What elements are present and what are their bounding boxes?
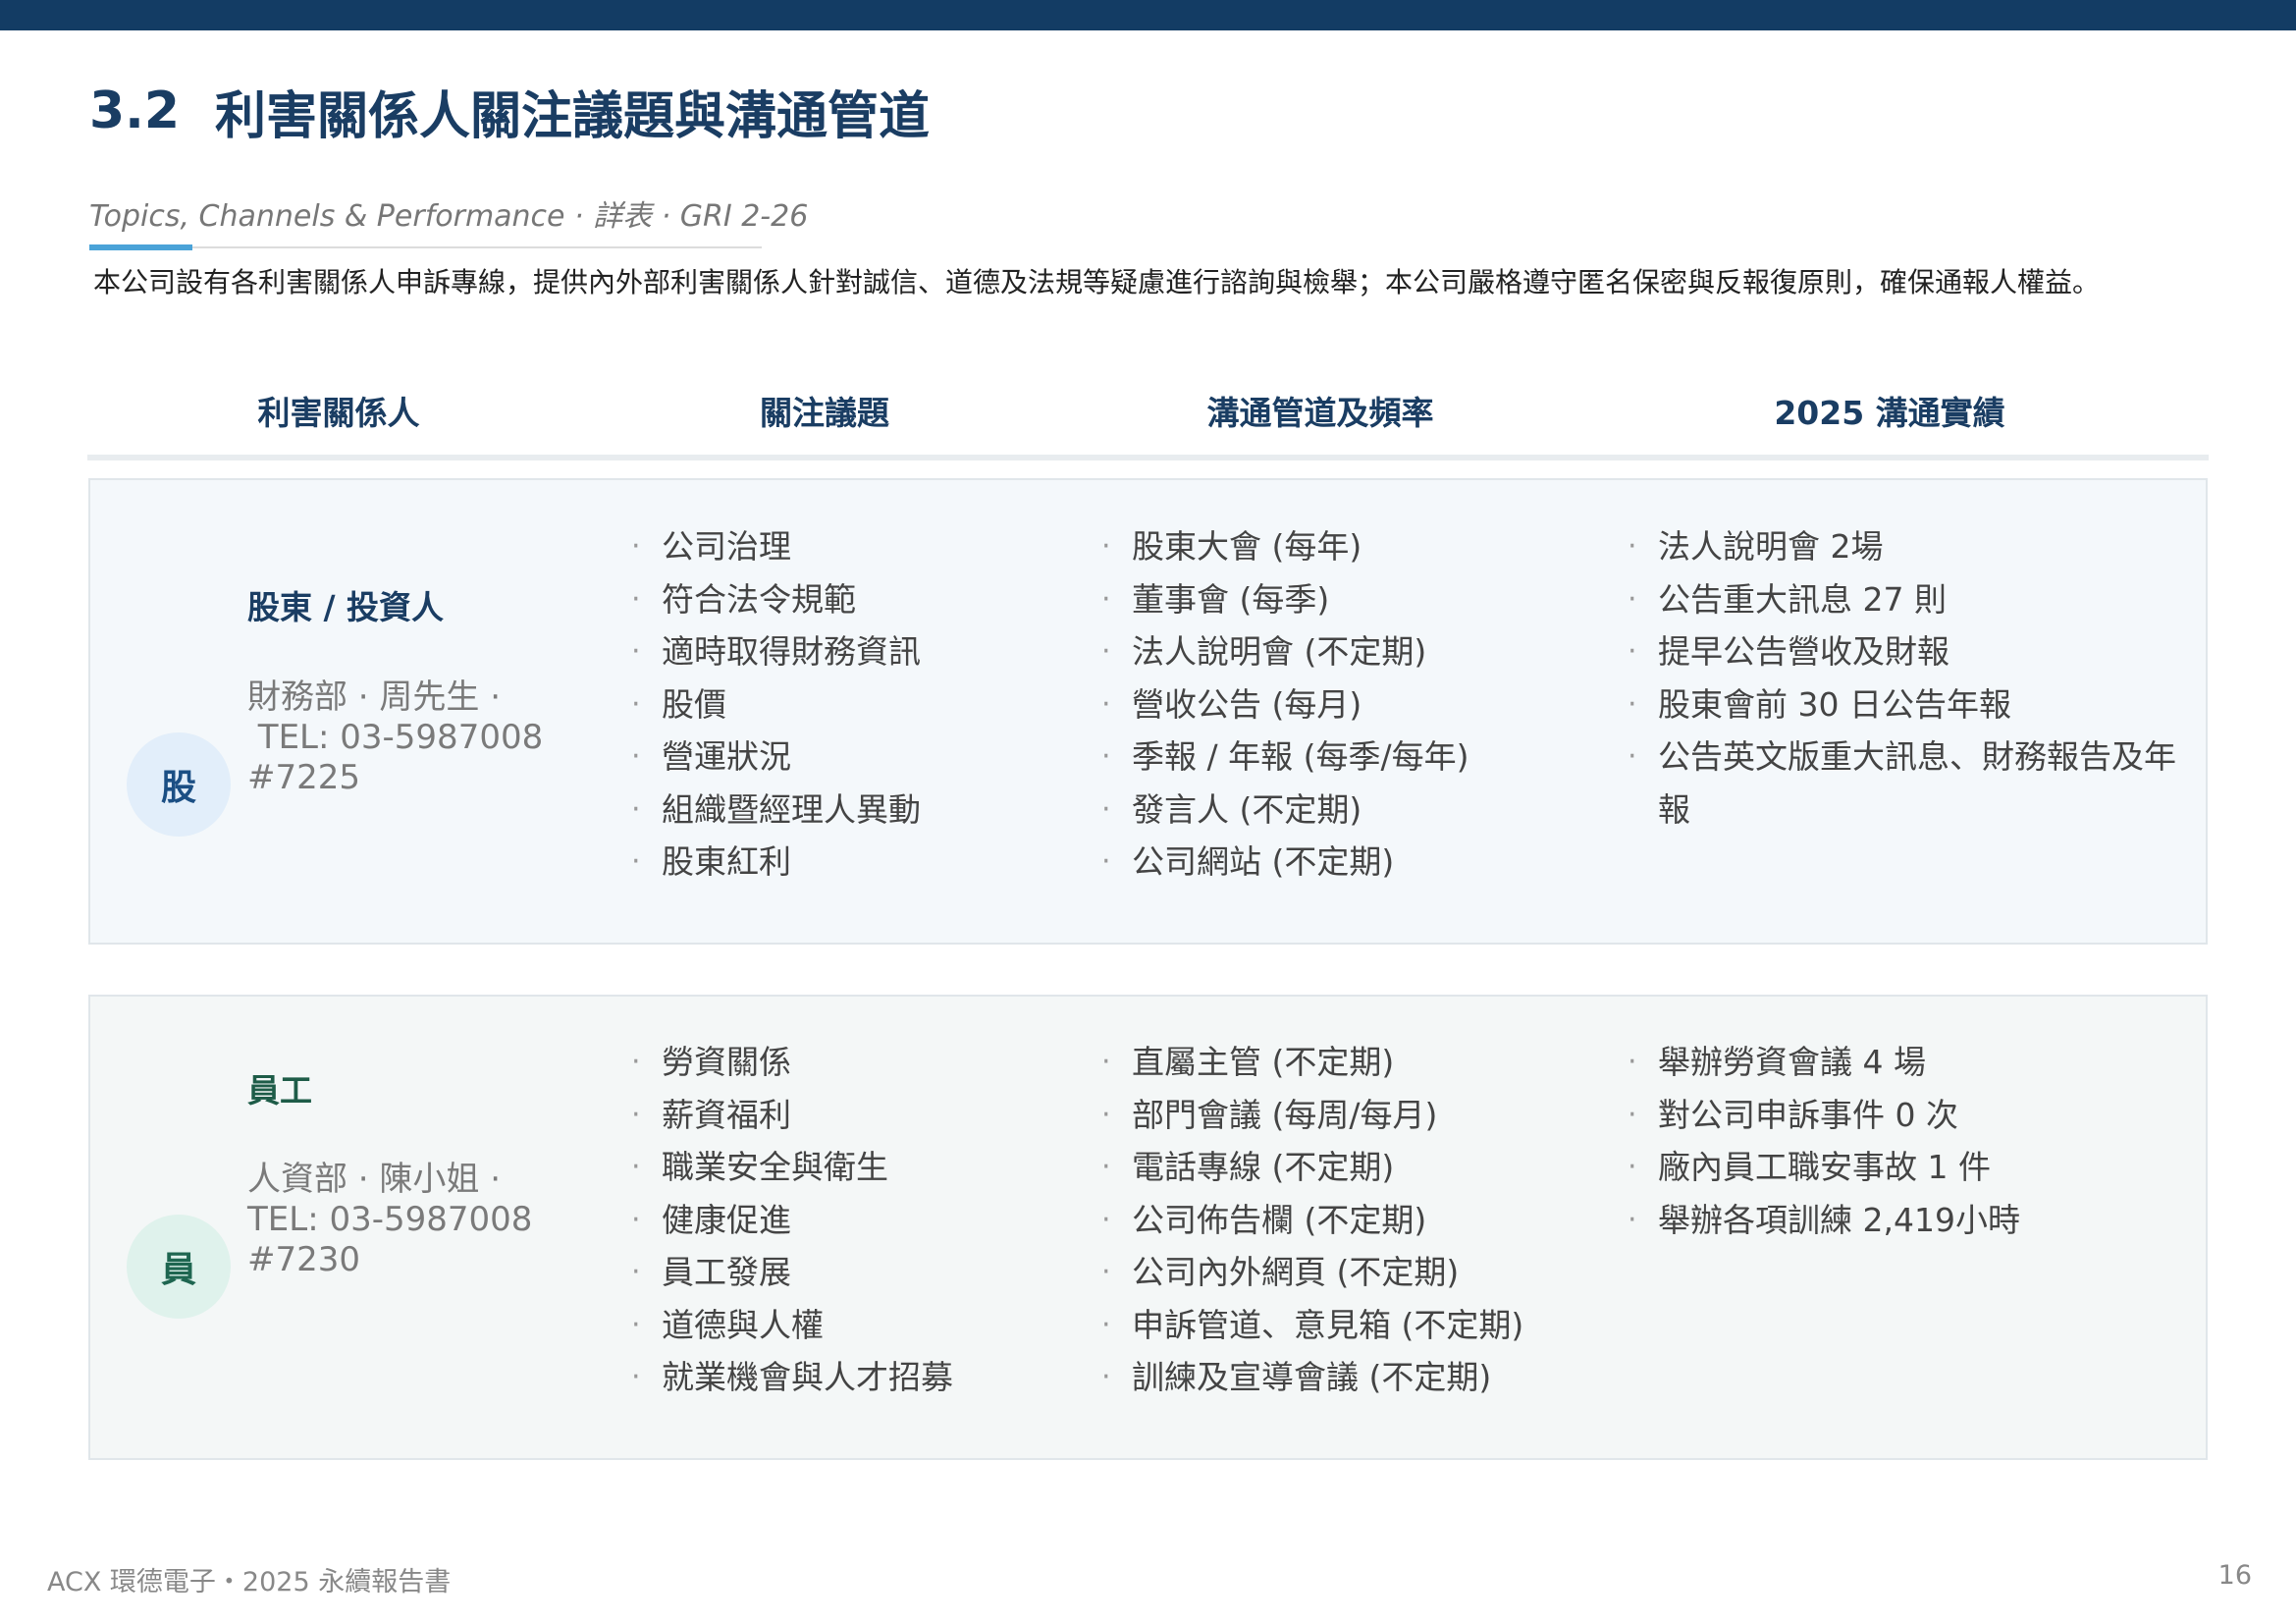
list-item: 公司佈告欄 (不定期) (1101, 1194, 1612, 1247)
stakeholder-name: 員工 (247, 1071, 312, 1110)
page-title: 3.2 利害關係人關注議題與溝通管道 (89, 77, 931, 146)
list-item: 提早公告營收及財報 (1628, 625, 2177, 678)
list-item: 申訴管道、意見箱 (不定期) (1101, 1299, 1612, 1352)
list-item: 舉辦勞資會議 4 場 (1628, 1036, 2177, 1089)
investor-badge: 股 (127, 732, 231, 837)
contact-extension: #7230 (247, 1240, 361, 1279)
contact-phone: TEL: 03-5987008 (247, 1200, 533, 1239)
topics-list: 公司治理 符合法令規範 適時取得財務資訊 股價 營運狀況 組織暨經理人異動 股東… (631, 520, 1063, 889)
list-item: 營運狀況 (631, 731, 1063, 784)
contact-person: 財務部 · 周先生 · (247, 677, 502, 717)
intro-paragraph: 本公司設有各利害關係人申訴專線，提供內外部利害關係人針對誠信、道德及法規等疑慮進… (93, 266, 2101, 298)
list-item: 股價 (631, 678, 1063, 731)
list-item: 股東大會 (每年) (1101, 520, 1612, 573)
channels-list: 股東大會 (每年) 董事會 (每季) 法人說明會 (不定期) 營收公告 (每月)… (1101, 520, 1612, 889)
stakeholder-name: 股東 / 投資人 (247, 588, 445, 626)
list-item: 部門會議 (每周/每月) (1101, 1089, 1612, 1142)
list-item: 道德與人權 (631, 1299, 1063, 1352)
list-item: 舉辦各項訓練 2,419小時 (1628, 1194, 2177, 1247)
list-item: 法人說明會 2場 (1628, 520, 2177, 573)
results-list: 法人說明會 2場 公告重大訊息 27 則 提早公告營收及財報 股東會前 30 日… (1628, 520, 2177, 836)
top-color-bar (0, 0, 2296, 30)
list-item: 電話專線 (不定期) (1101, 1141, 1612, 1194)
list-item: 廠內員工職安事故 1 件 (1628, 1141, 2177, 1194)
list-item: 勞資關係 (631, 1036, 1063, 1089)
list-item: 健康促進 (631, 1194, 1063, 1247)
subtitle-divider (192, 246, 762, 248)
list-item: 職業安全與衛生 (631, 1141, 1063, 1194)
stakeholder-contact: 財務部 · 周先生 · TEL: 03-5987008 #7225 (247, 677, 543, 798)
section-number: 3.2 (89, 81, 181, 140)
list-item: 組織暨經理人異動 (631, 784, 1063, 837)
list-item: 營收公告 (每月) (1101, 678, 1612, 731)
list-item: 公告重大訊息 27 則 (1628, 573, 2177, 626)
channels-list: 直屬主管 (不定期) 部門會議 (每周/每月) 電話專線 (不定期) 公司佈告欄… (1101, 1036, 1612, 1404)
column-header-channels: 溝通管道及頻率 (1206, 394, 1434, 432)
list-item: 公司治理 (631, 520, 1063, 573)
employee-badge: 員 (127, 1215, 231, 1319)
column-header-topics: 關注議題 (760, 394, 889, 432)
header-rule (87, 455, 2209, 460)
list-item: 符合法令規範 (631, 573, 1063, 626)
list-item: 股東會前 30 日公告年報 (1628, 678, 2177, 731)
list-item: 季報 / 年報 (每季/每年) (1101, 731, 1612, 784)
contact-extension: #7225 (247, 758, 361, 797)
list-item: 法人說明會 (不定期) (1101, 625, 1612, 678)
list-item: 公告英文版重大訊息、財務報告及年報 (1628, 731, 2177, 836)
list-item: 就業機會與人才招募 (631, 1351, 1063, 1404)
list-item: 員工發展 (631, 1246, 1063, 1299)
footer-report-name: ACX 環德電子・2025 永續報告書 (47, 1567, 452, 1597)
list-item: 公司網站 (不定期) (1101, 836, 1612, 889)
list-item: 對公司申訴事件 0 次 (1628, 1089, 2177, 1142)
page-subtitle: Topics, Channels & Performance · 詳表 · GR… (89, 199, 809, 234)
list-item: 股東紅利 (631, 836, 1063, 889)
page-number: 16 (2217, 1560, 2252, 1591)
contact-person: 人資部 · 陳小姐 · (247, 1160, 502, 1199)
list-item: 公司內外網頁 (不定期) (1101, 1246, 1612, 1299)
stakeholder-contact: 人資部 · 陳小姐 · TEL: 03-5987008 #7230 (247, 1160, 532, 1280)
list-item: 董事會 (每季) (1101, 573, 1612, 626)
topics-list: 勞資關係 薪資福利 職業安全與衛生 健康促進 員工發展 道德與人權 就業機會與人… (631, 1036, 1063, 1404)
list-item: 適時取得財務資訊 (631, 625, 1063, 678)
accent-underline (89, 244, 192, 250)
section-title: 利害關係人關注議題與溝通管道 (215, 86, 931, 146)
contact-phone: TEL: 03-5987008 (247, 718, 544, 757)
list-item: 發言人 (不定期) (1101, 784, 1612, 837)
list-item: 訓練及宣導會議 (不定期) (1101, 1351, 1612, 1404)
list-item: 直屬主管 (不定期) (1101, 1036, 1612, 1089)
column-header-results: 2025 溝通實績 (1774, 394, 2005, 432)
column-header-stakeholder: 利害關係人 (257, 394, 420, 432)
list-item: 薪資福利 (631, 1089, 1063, 1142)
results-list: 舉辦勞資會議 4 場 對公司申訴事件 0 次 廠內員工職安事故 1 件 舉辦各項… (1628, 1036, 2177, 1246)
